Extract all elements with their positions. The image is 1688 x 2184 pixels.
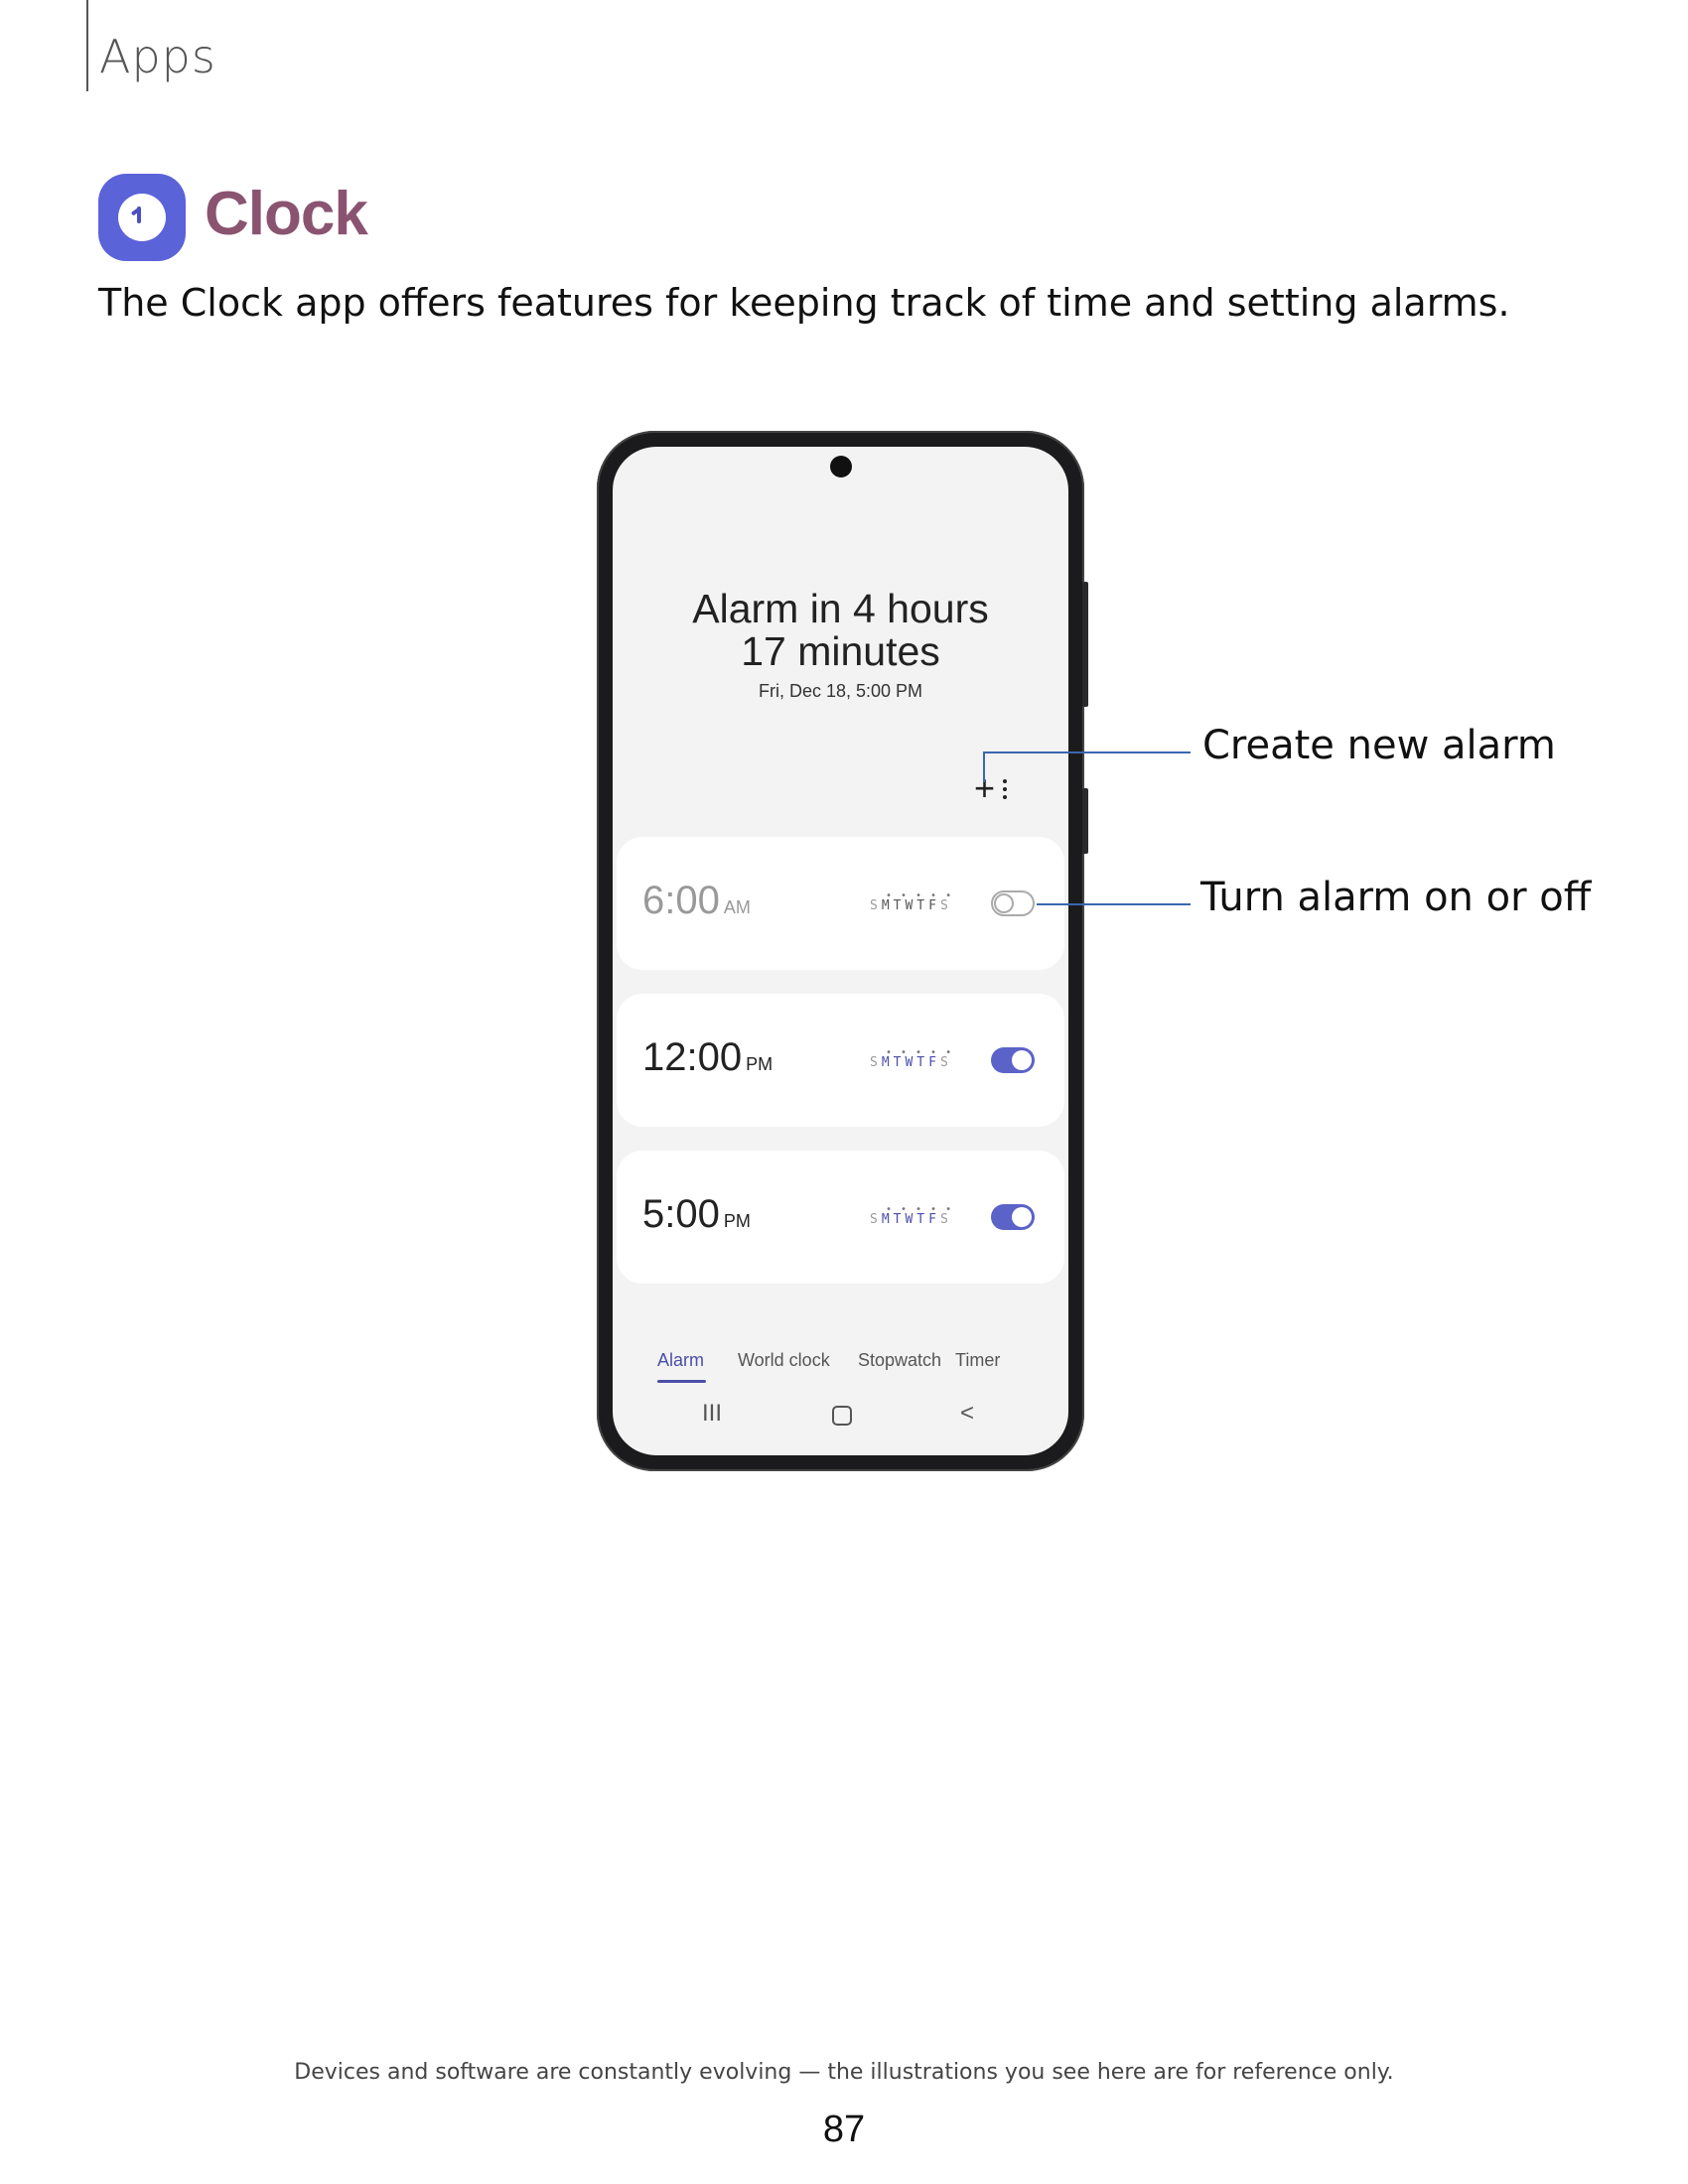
clock-icon xyxy=(98,174,186,261)
tab-timer[interactable]: Timer xyxy=(955,1350,1000,1371)
navigation-bar: III < xyxy=(613,1400,1068,1439)
home-icon[interactable] xyxy=(832,1406,852,1426)
footer-disclaimer: Devices and software are constantly evol… xyxy=(294,2060,1394,2085)
alarm-toggle[interactable] xyxy=(991,890,1035,916)
callout-toggle-alarm: Turn alarm on or off xyxy=(1200,875,1592,920)
alarm-time: 5:00 PM xyxy=(642,1192,751,1236)
alarm-card[interactable]: 5:00 PM ••••• SMTWTFS xyxy=(617,1151,1064,1284)
page-title: Clock xyxy=(205,180,368,248)
alarm-days: SMTWTFS xyxy=(870,1212,952,1227)
page-number: 87 xyxy=(822,2109,866,2150)
alarm-card[interactable]: 12:00 PM ••••• SMTWTFS xyxy=(617,994,1064,1127)
callout-line xyxy=(983,752,985,782)
alarm-toggle[interactable] xyxy=(991,1204,1035,1230)
tab-bar: Alarm World clock Stopwatch Timer xyxy=(613,1350,1068,1390)
section-rule xyxy=(86,0,88,91)
more-options-icon[interactable] xyxy=(1003,779,1007,803)
alarm-card[interactable]: 6:00 AM ••••• SMTWTFS xyxy=(617,837,1064,970)
alarm-countdown-line2: 17 minutes xyxy=(741,628,940,674)
alarm-time: 12:00 PM xyxy=(642,1035,774,1079)
callout-line xyxy=(1037,903,1191,905)
alarm-countdown-line1: Alarm in 4 hours xyxy=(692,586,989,631)
volume-button xyxy=(1082,788,1088,854)
callout-create-alarm: Create new alarm xyxy=(1202,723,1556,768)
camera-icon xyxy=(830,456,852,478)
alarm-toggle[interactable] xyxy=(991,1047,1035,1073)
tab-stopwatch[interactable]: Stopwatch xyxy=(858,1350,941,1371)
tab-world-clock[interactable]: World clock xyxy=(738,1350,830,1371)
intro-text: The Clock app offers features for keepin… xyxy=(98,281,1510,325)
phone-screen: Alarm in 4 hours 17 minutes Fri, Dec 18,… xyxy=(613,447,1068,1455)
callout-line xyxy=(983,751,1191,753)
active-tab-indicator xyxy=(657,1380,706,1383)
section-label: Apps xyxy=(99,30,216,83)
back-icon[interactable]: < xyxy=(960,1400,974,1428)
side-button xyxy=(1082,582,1088,707)
alarm-days: SMTWTFS xyxy=(870,1055,952,1070)
phone-illustration: Alarm in 4 hours 17 minutes Fri, Dec 18,… xyxy=(597,431,1088,1471)
next-alarm-date: Fri, Dec 18, 5:00 PM xyxy=(758,681,923,701)
alarm-time: 6:00 AM xyxy=(642,879,751,922)
recents-icon[interactable]: III xyxy=(702,1400,722,1428)
tab-alarm[interactable]: Alarm xyxy=(657,1350,704,1371)
clock-face xyxy=(118,194,166,241)
alarm-days: SMTWTFS xyxy=(870,898,952,913)
